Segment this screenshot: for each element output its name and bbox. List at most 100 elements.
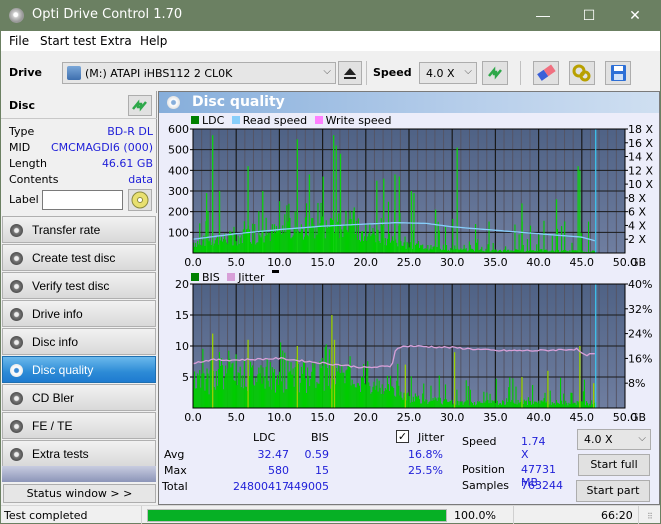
resize-grip-icon[interactable]: ⠿ <box>647 512 653 521</box>
bar <box>268 386 270 408</box>
bar <box>238 243 240 253</box>
nav-fe-te[interactable]: FE / TE <box>2 412 156 439</box>
bar <box>452 218 454 253</box>
x-tick-label: 40.0 <box>526 411 551 424</box>
y-right-tick-label: 16% <box>628 352 652 365</box>
bar <box>331 219 334 253</box>
bar <box>280 342 282 408</box>
close-button[interactable]: ✕ <box>612 0 658 31</box>
bar <box>369 224 371 253</box>
y-left-tick-label: 20 <box>175 278 189 291</box>
label-input[interactable] <box>42 190 123 210</box>
settings-button[interactable] <box>569 61 595 85</box>
bar <box>454 245 456 253</box>
bar <box>293 228 295 253</box>
start-full-button[interactable]: Start full <box>578 454 650 476</box>
drive-select[interactable]: (M:) ATAPI iHBS112 2 CL0K ⌵ <box>62 62 336 84</box>
status-text: Test completed <box>4 509 88 522</box>
bar <box>523 399 525 408</box>
speed-stat-value: 1.74 X <box>521 435 546 461</box>
bar <box>266 234 268 253</box>
bar <box>527 397 529 408</box>
nav-cd-bler[interactable]: CD Bler <box>2 384 156 411</box>
eject-button[interactable] <box>338 61 362 85</box>
disc-refresh-button[interactable] <box>128 95 152 116</box>
jitter-checkbox[interactable]: ✓ <box>396 430 409 443</box>
menu-start-test[interactable]: Start test <box>40 34 96 48</box>
bar <box>439 397 441 408</box>
bar-spike <box>394 174 396 253</box>
menu-help[interactable]: Help <box>140 34 167 48</box>
bar <box>368 233 370 253</box>
refresh-button[interactable] <box>482 61 508 85</box>
bar <box>355 387 357 408</box>
nav-disc-info[interactable]: Disc info <box>2 328 156 355</box>
erase-button[interactable] <box>533 61 559 85</box>
bar <box>265 366 267 408</box>
menu-file[interactable]: File <box>9 34 29 48</box>
title-bar: Opti Drive Control 1.70 — ☐ ✕ <box>1 0 660 31</box>
bar <box>226 373 228 408</box>
x-tick-label: 20.0 <box>354 256 379 269</box>
nav-disc-quality[interactable]: Disc quality <box>2 356 156 383</box>
bar <box>267 232 269 253</box>
bar <box>351 224 353 253</box>
bar <box>402 245 404 253</box>
nav-transfer-rate[interactable]: Transfer rate <box>2 216 156 243</box>
bar <box>565 400 567 408</box>
bar <box>285 232 287 253</box>
bar <box>470 401 472 408</box>
x-tick-label: 15.0 <box>310 256 335 269</box>
bar <box>398 385 400 408</box>
bar <box>382 394 384 408</box>
maximize-button[interactable]: ☐ <box>566 0 612 31</box>
start-part-button[interactable]: Start part <box>576 480 650 502</box>
bar <box>227 368 229 408</box>
bar <box>314 363 316 408</box>
bar <box>450 400 452 408</box>
bar <box>255 244 257 253</box>
bar <box>265 217 267 253</box>
bar <box>568 402 570 408</box>
bar <box>562 404 564 408</box>
nav-drive-info[interactable]: Drive info <box>2 300 156 327</box>
bar <box>461 401 463 408</box>
bar <box>479 401 481 408</box>
bar <box>264 388 266 408</box>
menu-extra[interactable]: Extra <box>100 34 132 48</box>
minimize-button[interactable]: — <box>520 0 566 31</box>
bar <box>400 391 402 408</box>
nav-extra-tests[interactable]: Extra tests <box>2 440 156 467</box>
bar <box>299 232 301 253</box>
bar-spike <box>339 153 342 253</box>
test-speed-select[interactable]: 4.0 X ⌵ <box>577 429 651 450</box>
bar <box>294 367 296 408</box>
bar <box>450 247 452 253</box>
bar <box>354 387 356 408</box>
nav-create-test-disc[interactable]: Create test disc <box>2 244 156 271</box>
bar <box>548 404 550 408</box>
test-speed-value: 4.0 X <box>584 433 613 446</box>
bar <box>327 385 329 408</box>
bar <box>459 401 461 408</box>
bar <box>534 401 536 408</box>
nav-verify-test-disc[interactable]: Verify test disc <box>2 272 156 299</box>
bar <box>525 400 527 408</box>
y-left-tick-label: 300 <box>168 185 189 198</box>
bar <box>488 403 490 408</box>
speed-select[interactable]: 4.0 X ⌵ <box>419 62 477 84</box>
x-tick-label: 10.0 <box>267 256 292 269</box>
bar <box>315 387 317 408</box>
bar <box>459 249 461 253</box>
bar-spike <box>593 383 595 408</box>
bar <box>349 356 351 408</box>
bar <box>541 249 543 253</box>
status-window-button[interactable]: Status window > > <box>3 484 156 503</box>
label-disc-button[interactable] <box>128 189 152 211</box>
save-button[interactable] <box>605 61 631 85</box>
bar <box>281 234 283 253</box>
bar <box>409 402 411 408</box>
x-tick-label: 5.0 <box>227 256 245 269</box>
col-bis-header: BIS <box>311 431 329 444</box>
bar <box>289 371 291 408</box>
